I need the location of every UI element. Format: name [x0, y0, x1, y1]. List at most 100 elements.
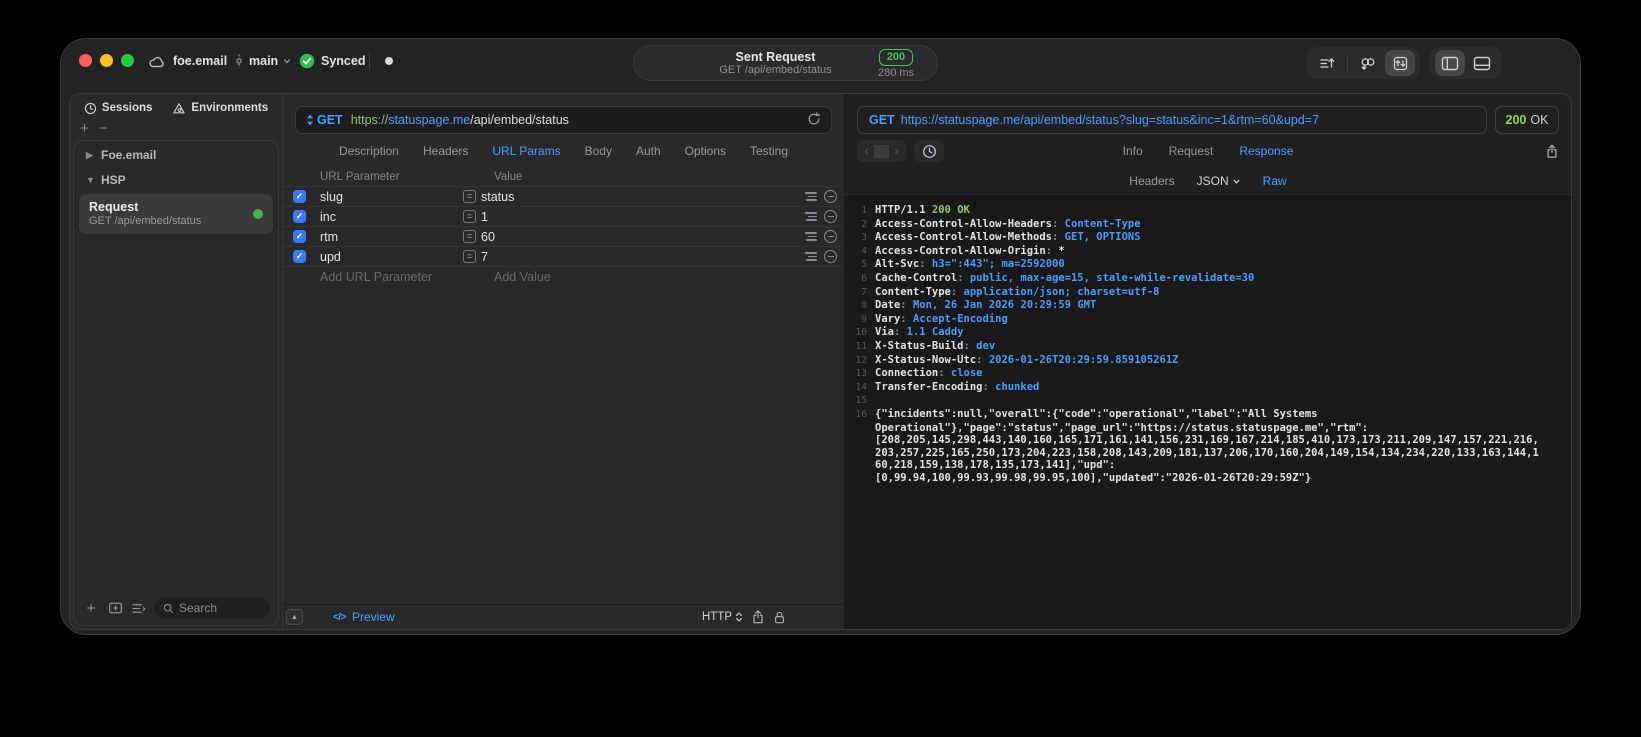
response-body[interactable]: 1 HTTP/1.1 200 OK 2 Access-Control-Allow-He…: [845, 194, 1571, 629]
equals-type-icon[interactable]: =: [463, 210, 476, 223]
tab-auth[interactable]: Auth: [636, 144, 661, 158]
export-response-button[interactable]: [1545, 143, 1559, 160]
code-segment: Vary: [875, 312, 901, 325]
history-button[interactable]: [914, 140, 944, 162]
param-checkbox[interactable]: ✓: [293, 190, 306, 203]
preview-button[interactable]: </> Preview: [333, 610, 395, 624]
equals-type-icon[interactable]: =: [463, 250, 476, 263]
view-options-button[interactable]: [130, 599, 148, 617]
transfer-panel-button[interactable]: [1385, 50, 1415, 76]
search-input[interactable]: Search: [154, 597, 270, 619]
minimize-window-button[interactable]: [100, 54, 113, 67]
titlebar-actions: [1307, 47, 1502, 79]
sent-url: https://statuspage.me/api/embed/status?s…: [900, 113, 1320, 127]
equals-type-icon[interactable]: =: [463, 190, 476, 203]
project-selector[interactable]: foe.email: [149, 51, 227, 71]
protocol-label: HTTP: [701, 611, 732, 623]
viewer-subtabs: Headers JSON Raw: [845, 168, 1571, 194]
drag-handle-icon[interactable]: [804, 212, 817, 221]
tab-request[interactable]: Request: [1169, 144, 1214, 158]
expand-panel-button[interactable]: ▲: [286, 609, 303, 625]
nav-divider: [874, 144, 889, 158]
sync-status[interactable]: Synced: [299, 51, 365, 71]
param-name[interactable]: inc: [320, 210, 463, 224]
param-name[interactable]: slug: [320, 190, 463, 204]
session-tree-panel: ▶ Foe.email ▼ HSP Request GET /api/embed…: [73, 140, 279, 626]
tab-description[interactable]: Description: [339, 144, 399, 158]
line-content: Cache-Control: public, max-age=15, stale…: [875, 272, 1254, 286]
add-request-button[interactable]: +: [82, 599, 100, 617]
url-host: statuspage.me: [388, 113, 471, 127]
add-param-row[interactable]: Add URL Parameter Add Value: [283, 266, 844, 286]
toggle-sidebar-button[interactable]: [1435, 50, 1465, 76]
drag-handle-icon[interactable]: [804, 192, 817, 201]
zoom-window-button[interactable]: [121, 54, 134, 67]
branch-selector[interactable]: main: [233, 51, 292, 71]
tab-info[interactable]: Info: [1123, 144, 1143, 158]
lock-button[interactable]: [773, 610, 786, 625]
code-segment: X-Status-Now-Utc: [875, 353, 977, 366]
equals-type-icon[interactable]: =: [463, 230, 476, 243]
code-segment: Access-Control-Allow-Headers: [875, 217, 1053, 230]
drag-handle-icon[interactable]: [804, 252, 817, 261]
tab-sessions-label: Sessions: [101, 102, 153, 114]
request-method[interactable]: GET: [317, 113, 343, 127]
code-segment: :: [1052, 217, 1065, 230]
tab-headers[interactable]: Headers: [423, 144, 468, 158]
project-name: foe.email: [173, 54, 228, 68]
tree-group-hsp[interactable]: ▼ HSP: [74, 169, 278, 191]
chain-sync-button[interactable]: [1353, 50, 1383, 76]
tab-response[interactable]: Response: [1239, 144, 1293, 158]
sidebar-item-request[interactable]: Request GET /api/embed/status: [79, 194, 273, 234]
code-segment: :: [957, 271, 970, 284]
add-param-placeholder[interactable]: Add URL Parameter: [320, 270, 494, 284]
new-folder-icon: [108, 602, 122, 614]
remove-session-button[interactable]: −: [99, 120, 118, 137]
code-line: 6 Cache-Control: public, max-age=15, stal…: [849, 272, 1565, 286]
remove-param-icon[interactable]: [824, 190, 837, 203]
param-value[interactable]: status: [481, 190, 804, 204]
new-group-button[interactable]: [106, 599, 124, 617]
param-checkbox[interactable]: ✓: [293, 230, 306, 243]
tab-testing[interactable]: Testing: [750, 144, 788, 158]
subtab-raw[interactable]: Raw: [1263, 174, 1287, 188]
prev-response-button[interactable]: ‹: [859, 141, 874, 161]
subtab-headers[interactable]: Headers: [1129, 174, 1174, 188]
subtab-json[interactable]: JSON: [1197, 174, 1241, 188]
request-url-bar[interactable]: GET https://statuspage.me/api/embed/stat…: [295, 106, 832, 134]
code-line: 11 X-Status-Build: dev: [849, 340, 1565, 354]
sent-url-box[interactable]: GET https://statuspage.me/api/embed/stat…: [857, 106, 1487, 134]
close-window-button[interactable]: [79, 54, 92, 67]
resend-button[interactable]: [807, 111, 821, 129]
param-value[interactable]: 1: [481, 210, 804, 224]
code-segment: :: [982, 380, 996, 393]
share-request-button[interactable]: [751, 609, 765, 625]
remove-param-icon[interactable]: [824, 230, 837, 243]
param-value[interactable]: 7: [481, 250, 804, 264]
toggle-bottom-panel-button[interactable]: [1467, 50, 1497, 76]
tab-sessions[interactable]: Sessions: [84, 102, 153, 115]
sort-order-button[interactable]: [1312, 50, 1342, 76]
param-name[interactable]: rtm: [320, 230, 463, 244]
param-name[interactable]: upd: [320, 250, 463, 264]
add-value-placeholder[interactable]: Add Value: [494, 270, 551, 284]
protocol-selector[interactable]: HTTP: [702, 611, 743, 623]
param-checkbox[interactable]: ✓: [293, 250, 306, 263]
tab-environments[interactable]: Environments: [172, 102, 268, 115]
remove-param-icon[interactable]: [824, 210, 837, 223]
tree-group-foe-email[interactable]: ▶ Foe.email: [74, 144, 278, 166]
sent-request-pill[interactable]: Sent Request GET /api/embed/status 200 2…: [633, 45, 938, 81]
tab-url-params[interactable]: URL Params: [492, 144, 560, 158]
clock-icon: [84, 102, 97, 114]
next-response-button[interactable]: ›: [889, 141, 904, 161]
add-session-button[interactable]: +: [80, 120, 99, 137]
remove-param-icon[interactable]: [824, 250, 837, 263]
param-checkbox[interactable]: ✓: [293, 210, 306, 223]
line-number: [849, 472, 867, 485]
tab-options[interactable]: Options: [685, 144, 726, 158]
drag-handle-icon[interactable]: [804, 232, 817, 241]
tab-body[interactable]: Body: [585, 144, 612, 158]
code-line: 14 Transfer-Encoding: chunked: [849, 381, 1565, 395]
param-value[interactable]: 60: [481, 230, 804, 244]
sidebar: Sessions Environments +− ▶ Foe.email ▼ H…: [70, 94, 283, 629]
